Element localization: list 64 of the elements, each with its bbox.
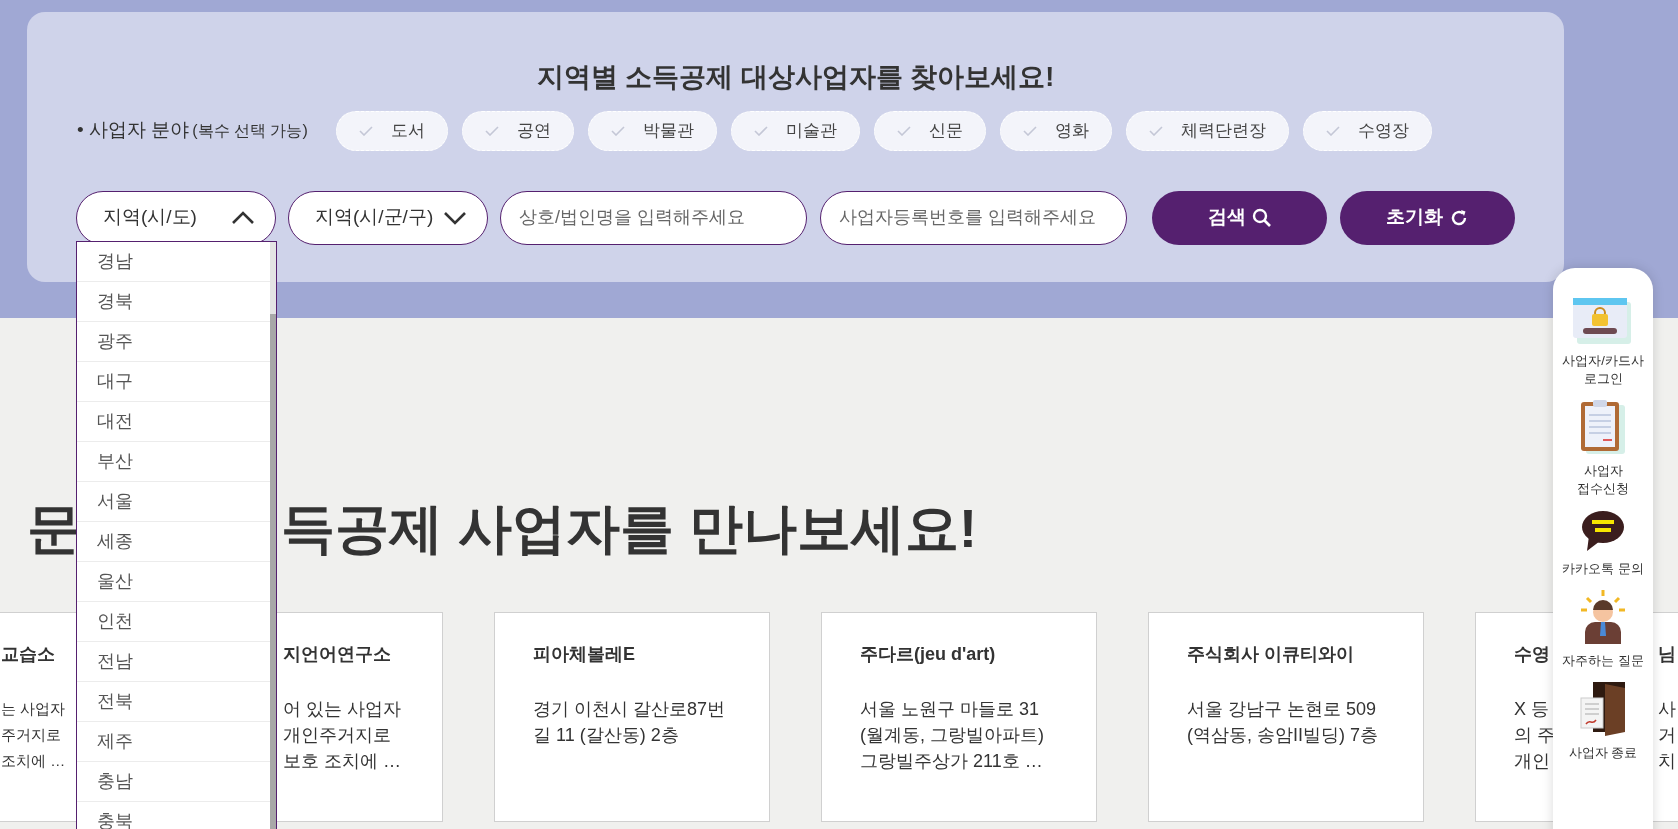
quick-menu-link[interactable]: 자주하는 질문 bbox=[1558, 652, 1648, 670]
card-address: 길 11 (갈산동) 2층 bbox=[533, 724, 679, 747]
search-button[interactable]: 검색 bbox=[1152, 190, 1327, 245]
category-chip[interactable]: 영화 bbox=[999, 110, 1112, 151]
card-address: 조치에 … bbox=[1, 751, 66, 771]
quick-menu-link[interactable]: 사업자 접수신청 bbox=[1558, 462, 1648, 498]
category-chip[interactable]: 박물관 bbox=[587, 110, 717, 151]
reset-button[interactable]: 초기화 bbox=[1340, 190, 1515, 245]
card-address: 그랑빌주상가 211호 … bbox=[860, 750, 1043, 773]
quick-menu-link[interactable]: 카카오톡 문의 bbox=[1558, 560, 1648, 578]
check-icon bbox=[484, 125, 499, 136]
card-address: 거 bbox=[1658, 724, 1676, 747]
card-address: X 등 bbox=[1514, 698, 1549, 721]
card-address: 사 bbox=[1658, 698, 1676, 721]
card-title: 주다르(jeu d'art) bbox=[860, 643, 996, 666]
card-address: (월계동, 그랑빌아파트) bbox=[860, 724, 1044, 747]
panel-title: 지역별 소득공제 대상사업자를 찾아보세요! bbox=[536, 61, 1055, 94]
category-chip[interactable]: 공연 bbox=[461, 110, 574, 151]
category-note: (복수 선택 가능) bbox=[192, 120, 308, 141]
search-icon bbox=[1251, 207, 1272, 228]
card-address: (역삼동, 송암II빌딩) 7층 bbox=[1187, 724, 1378, 747]
section-heading: 득공제 사업자를 만나보세요! bbox=[281, 501, 977, 555]
check-icon bbox=[896, 125, 911, 136]
check-icon bbox=[1148, 125, 1163, 136]
chevron-down-icon bbox=[443, 210, 467, 225]
scrollbar-thumb[interactable] bbox=[270, 314, 276, 829]
category-chip[interactable]: 도서 bbox=[335, 110, 448, 151]
card-title: 수영 bbox=[1514, 643, 1550, 666]
card-title: 교습소 bbox=[1, 643, 55, 666]
refresh-icon bbox=[1449, 207, 1469, 228]
card-title: 주식회사 이큐티와이 bbox=[1187, 643, 1354, 666]
card-address: 의 주 bbox=[1514, 724, 1555, 747]
padlock-window-icon bbox=[1573, 298, 1633, 344]
check-icon bbox=[358, 125, 373, 136]
card-title: 피아체볼레E bbox=[533, 643, 635, 666]
search-field[interactable]: 상호/법인명을 입력해주세요 bbox=[500, 190, 807, 245]
card-address: 주거지로 bbox=[1, 725, 61, 745]
card-title: 님 bbox=[1658, 643, 1676, 666]
search-field[interactable]: 사업자등록번호를 입력해주세요 bbox=[820, 190, 1127, 245]
check-icon bbox=[610, 125, 625, 136]
check-icon bbox=[1022, 125, 1037, 136]
card-address: 서울 노원구 마들로 31 bbox=[860, 698, 1040, 721]
chevron-up-icon bbox=[231, 210, 255, 225]
category-chip[interactable]: 수영장 bbox=[1302, 110, 1432, 151]
quick-menu-link[interactable]: 사업자/카드사 로그인 bbox=[1558, 352, 1648, 388]
card-title: 지언어연구소 bbox=[283, 643, 391, 666]
card-address: 개인 bbox=[1514, 750, 1550, 773]
card-address: 서울 강남구 논현로 509 bbox=[1187, 698, 1377, 721]
card-address: 경기 이천시 갈산로87번 bbox=[533, 698, 726, 721]
check-icon bbox=[1325, 125, 1340, 136]
card-address: 치 bbox=[1658, 750, 1676, 773]
check-icon bbox=[753, 125, 768, 136]
quick-menu-link[interactable]: 사업자 종료 bbox=[1558, 744, 1648, 762]
category-chip[interactable]: 미술관 bbox=[730, 110, 860, 151]
clipboard-icon bbox=[1581, 400, 1625, 454]
category-chip[interactable]: 체력단련장 bbox=[1125, 110, 1289, 151]
speech-bubble-icon bbox=[1581, 510, 1625, 552]
card-address: 어 있는 사업자 bbox=[283, 698, 401, 721]
card-address: 보호 조치에 … bbox=[283, 750, 401, 773]
category-label: • 사업자 분야 bbox=[77, 118, 190, 143]
category-chip[interactable]: 신문 bbox=[873, 110, 986, 151]
region-select[interactable]: 지역(시/군/구) bbox=[288, 190, 488, 245]
card-address: 개인주거지로 bbox=[283, 724, 391, 747]
card-address: 는 사업자 bbox=[1, 699, 66, 719]
